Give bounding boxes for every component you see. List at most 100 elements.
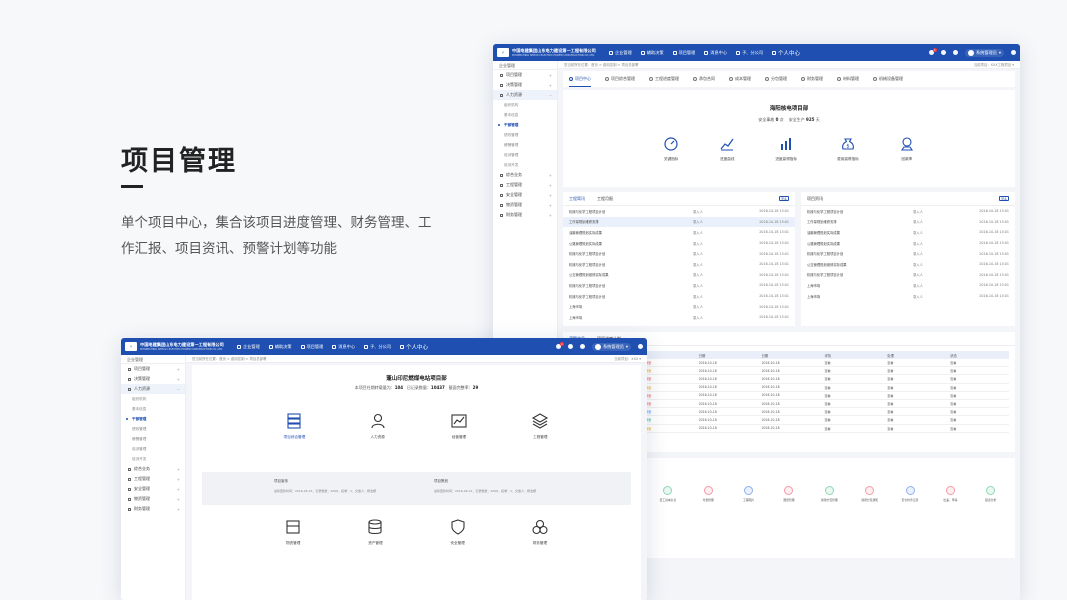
nav-enterprise[interactable]: 企业管理 bbox=[237, 343, 260, 351]
view-link[interactable]: 查看 bbox=[883, 368, 946, 373]
tab-cost[interactable]: 成本管理 bbox=[729, 71, 751, 87]
plan-publicity[interactable]: 项目宣传 最新更新时间：2016-06-15，记录数量：2008，权重：1，文章… bbox=[274, 479, 414, 493]
view-link[interactable]: 查看 bbox=[946, 401, 1009, 406]
logout-icon[interactable] bbox=[638, 344, 643, 349]
view-link[interactable]: 查看 bbox=[946, 393, 1009, 398]
sidebar-item-general[interactable]: 综合业务 + bbox=[121, 464, 185, 474]
sidebar-sub-training[interactable]: 培训管理 bbox=[493, 150, 557, 160]
list-item[interactable]: 机械与化学工程项目计划 录入人 2016-10-18 15:01 bbox=[563, 259, 795, 270]
sidebar-item-engineering[interactable]: 工程管理 + bbox=[493, 180, 557, 190]
tab-general[interactable]: 项目综合管理 bbox=[605, 71, 635, 87]
quick-access-item[interactable]: 考勤管理 bbox=[695, 486, 721, 502]
sidebar-sub-org[interactable]: 组织机构 bbox=[493, 100, 557, 110]
sidebar-sub-training[interactable]: 培训管理 bbox=[121, 444, 185, 454]
current-project-select[interactable]: 当前项目：XXX工程项目 ▾ bbox=[974, 61, 1014, 69]
tab-project-center[interactable]: 项目中心 bbox=[569, 71, 591, 87]
view-link[interactable]: 查看 bbox=[820, 409, 883, 414]
nav-personal[interactable]: 个人中心 bbox=[400, 343, 428, 351]
nav-message[interactable]: 消息中心 bbox=[704, 49, 727, 57]
nav-project[interactable]: 项目管理 bbox=[300, 343, 323, 351]
sidebar-item-safety[interactable]: 安全管理 + bbox=[121, 484, 185, 494]
nav-personal[interactable]: 个人中心 bbox=[772, 49, 800, 57]
view-link[interactable]: 查看 bbox=[883, 393, 946, 398]
metric-key[interactable]: 关键指标 bbox=[663, 136, 679, 162]
view-link[interactable]: 查看 bbox=[883, 385, 946, 390]
tab-finance[interactable]: 财务管理 bbox=[801, 71, 823, 87]
view-link[interactable]: 查看 bbox=[946, 360, 1009, 365]
sidebar-sub-org[interactable]: 组织机构 bbox=[121, 394, 185, 404]
metric-payback[interactable]: 回款率 bbox=[899, 136, 915, 162]
view-link[interactable]: 查看 bbox=[883, 417, 946, 422]
sidebar-item-material[interactable]: 物资管理 + bbox=[493, 200, 557, 210]
view-link[interactable]: 查看 bbox=[820, 376, 883, 381]
list-item[interactable]: 工作量规划维修安排 录入人 2016-10-18 15:01 bbox=[563, 216, 795, 228]
sidebar-item-finance[interactable]: 财务管理 + bbox=[121, 504, 185, 514]
list-item[interactable]: 油膜管理规划实际成果 录入人 2016-10-18 15:01 bbox=[563, 227, 795, 238]
logout-icon[interactable] bbox=[1011, 50, 1016, 55]
sidebar-sub-perf[interactable]: 绩效管理 bbox=[121, 424, 185, 434]
nav-decision[interactable]: 辅助决策 bbox=[268, 343, 292, 351]
sidebar-item-decision[interactable]: 决策管理 + bbox=[121, 374, 185, 384]
quick-access-item[interactable]: 报表分析 bbox=[978, 486, 1004, 502]
view-link[interactable]: 查看 bbox=[883, 409, 946, 414]
metric-curve[interactable]: 进度曲线 bbox=[719, 136, 735, 162]
plan-planning[interactable]: 项目策划 最新更新时间：2016-06-01，记录数量：2008，权重：1，文章… bbox=[434, 479, 574, 493]
module-material[interactable]: 物资管理 bbox=[284, 518, 302, 546]
nav-enterprise[interactable]: 企业管理 bbox=[609, 49, 632, 57]
view-link[interactable]: 查看 bbox=[883, 401, 946, 406]
list-item[interactable]: 油膜管理规划实际成果 录入人 2016-10-18 15:01 bbox=[801, 227, 1015, 238]
quick-access-item[interactable]: 通用分包管理 bbox=[816, 486, 842, 502]
metric-progress-earned[interactable]: 进度赢得指标 bbox=[775, 136, 797, 162]
view-link[interactable]: 查看 bbox=[946, 417, 1009, 422]
list-item[interactable]: 机械与化学工程项目计划 录入人 2016-10-18 15:01 bbox=[563, 280, 795, 291]
nav-decision[interactable]: 辅助决策 bbox=[640, 49, 664, 57]
notification-icon[interactable]: 1 bbox=[555, 342, 564, 349]
sidebar-item-safety[interactable]: 安全管理 + bbox=[493, 190, 557, 200]
view-link[interactable]: 查看 bbox=[946, 385, 1009, 390]
quick-access-item[interactable]: 员工基本信息 bbox=[655, 486, 681, 502]
sidebar-sub-develop[interactable]: 培训开发 bbox=[493, 160, 557, 170]
metric-cost-earned[interactable]: $ 费用赢得指标 bbox=[837, 136, 859, 162]
module-general[interactable]: 项目综合管理 bbox=[284, 412, 305, 440]
sidebar-item-project[interactable]: 项目管理 + bbox=[493, 70, 557, 80]
sidebar-sub-basic[interactable]: 基本信息 bbox=[121, 404, 185, 414]
nav-subsidiary[interactable]: 子、分公司 bbox=[364, 343, 391, 351]
view-link[interactable]: 查看 bbox=[820, 385, 883, 390]
view-link[interactable]: 查看 bbox=[820, 426, 883, 431]
module-safety[interactable]: 安全管理 bbox=[449, 518, 467, 546]
view-link[interactable]: 查看 bbox=[946, 426, 1009, 431]
list-item[interactable]: 机械与化学工程项目计划 录入人 2016-10-18 15:01 bbox=[801, 206, 1015, 217]
tab-subcontract[interactable]: 分包管理 bbox=[765, 71, 787, 87]
sidebar-sub-basic[interactable]: 基本信息 bbox=[493, 110, 557, 120]
list-item[interactable]: 上海市场 录入人 2016-10-18 15:01 bbox=[563, 301, 795, 312]
sidebar-item-decision[interactable]: 决策管理 + bbox=[493, 80, 557, 90]
current-project-select[interactable]: 当前项目：XXX ▾ bbox=[614, 355, 641, 363]
view-link[interactable]: 查看 bbox=[946, 409, 1009, 414]
list-item[interactable]: 公交管理规划维修实际成果 录入人 2016-10-18 15:01 bbox=[563, 270, 795, 281]
notification-icon[interactable]: 1 bbox=[928, 48, 937, 55]
sidebar-sub-perf[interactable]: 绩效管理 bbox=[493, 130, 557, 140]
view-link[interactable]: 查看 bbox=[946, 368, 1009, 373]
tab-news[interactable]: 工程简讯 bbox=[569, 196, 585, 202]
view-link[interactable]: 查看 bbox=[820, 360, 883, 365]
sidebar-item-hr[interactable]: 人力资源 − bbox=[493, 90, 557, 100]
quick-access-item[interactable]: 安全检查记录 bbox=[897, 486, 923, 502]
view-link[interactable]: 查看 bbox=[820, 368, 883, 373]
quick-access-item[interactable]: 通用分包通知 bbox=[857, 486, 883, 502]
sidebar-sub-salary[interactable]: 薪酬管理 bbox=[493, 140, 557, 150]
user-icon[interactable] bbox=[579, 344, 585, 349]
sidebar-item-general[interactable]: 综合业务 + bbox=[493, 170, 557, 180]
sidebar-item-hr[interactable]: 人力资源 − bbox=[121, 384, 185, 394]
sidebar-sub-develop[interactable]: 培训开发 bbox=[121, 454, 185, 464]
list-item[interactable]: 机械与化学工程项目计划 录入人 2016-10-18 15:01 bbox=[801, 270, 1015, 281]
tab-machinery[interactable]: 机械设备管理 bbox=[873, 71, 903, 87]
list-item[interactable]: 公交管理规划维修实际成果 录入人 2016-10-18 15:01 bbox=[801, 259, 1015, 270]
nav-message[interactable]: 消息中心 bbox=[332, 343, 355, 351]
view-link[interactable]: 查看 bbox=[820, 393, 883, 398]
view-link[interactable]: 查看 bbox=[820, 401, 883, 406]
module-business[interactable]: 经营管理 bbox=[450, 412, 468, 440]
quick-access-item[interactable]: 出差、申请 bbox=[937, 486, 963, 502]
list-item[interactable]: 上海市场 录入人 2016-10-18 15:01 bbox=[563, 312, 795, 323]
list-item[interactable]: 工作量规划维修安排 录入人 2016-10-18 15:01 bbox=[801, 217, 1015, 228]
company-logo[interactable]: ⚡ 中国电建集团山东电力建设第一工程有限公司 POWERCHINA SEPCO1… bbox=[497, 48, 609, 58]
